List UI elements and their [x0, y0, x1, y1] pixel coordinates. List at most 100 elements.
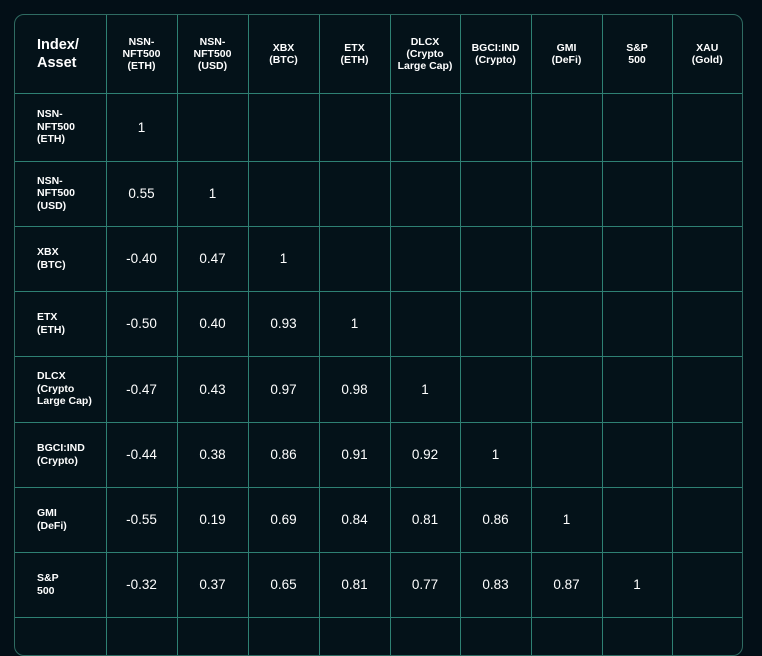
table-body: NSN- NFT500 (ETH) 1 NSN- NFT500 (USD) 0.55 1 XBX(…	[15, 93, 742, 655]
table-head: Index/Asset NSN- NFT500 (ETH) NSN- NFT500 (US…	[15, 15, 742, 94]
correlation-cell	[531, 617, 603, 655]
correlation-cell: 1	[602, 552, 673, 618]
correlation-cell: 0.77	[390, 552, 461, 618]
table-row: DLCX (Crypto Large Cap) -0.47 0.43 0.97 0.98 1	[15, 356, 742, 423]
column-header: NSN- NFT500 (ETH)	[106, 15, 178, 94]
correlation-cell: 1	[390, 356, 461, 423]
column-header: S&P 500	[602, 15, 673, 94]
correlation-cell	[602, 291, 673, 357]
correlation-cell	[672, 422, 742, 488]
correlation-cell	[460, 93, 532, 162]
correlation-cell	[319, 93, 391, 162]
correlation-cell: 1	[531, 487, 603, 553]
corner-header: Index/Asset	[15, 15, 107, 94]
correlation-cell	[390, 93, 461, 162]
correlation-cell: 1	[460, 422, 532, 488]
correlation-cell	[248, 93, 320, 162]
correlation-cell	[319, 226, 391, 292]
correlation-cell	[672, 356, 742, 423]
correlation-cell: 0.37	[177, 552, 249, 618]
table-row: BGCI:IND (Crypto) -0.44 0.38 0.86 0.91 0.92 1	[15, 422, 742, 488]
correlation-cell: -0.44	[106, 422, 178, 488]
row-header: XBX (BTC)	[15, 226, 107, 292]
correlation-cell	[602, 161, 673, 227]
row-header: NSN- NFT500 (ETH)	[15, 93, 107, 162]
correlation-cell	[672, 93, 742, 162]
row-header: S&P 500	[15, 552, 107, 618]
correlation-cell	[177, 93, 249, 162]
table-row: NSN- NFT500 (USD) 0.55 1	[15, 161, 742, 227]
correlation-cell	[390, 226, 461, 292]
correlation-cell	[106, 617, 178, 655]
correlation-cell: 0.98	[319, 356, 391, 423]
correlation-cell: 0.91	[319, 422, 391, 488]
column-header: DLCX (Crypto Large Cap)	[390, 15, 461, 94]
correlation-cell: 0.92	[390, 422, 461, 488]
column-header: BGCI:IND (Crypto)	[460, 15, 532, 94]
correlation-cell: 0.19	[177, 487, 249, 553]
correlation-cell: 0.83	[460, 552, 532, 618]
correlation-cell	[602, 356, 673, 423]
correlation-cell	[248, 161, 320, 227]
correlation-cell	[672, 161, 742, 227]
correlation-cell	[531, 356, 603, 423]
correlation-cell: 0.86	[248, 422, 320, 488]
correlation-cell: 1	[106, 93, 178, 162]
correlation-table: Index/Asset NSN- NFT500 (ETH) NSN- NFT500 (US…	[15, 15, 742, 655]
table-row: ETX (ETH) -0.50 0.40 0.93 1	[15, 291, 742, 357]
correlation-cell: -0.40	[106, 226, 178, 292]
correlation-cell	[319, 617, 391, 655]
column-header: NSN- NFT500 (USD)	[177, 15, 249, 94]
correlation-cell	[602, 617, 673, 655]
correlation-cell	[460, 356, 532, 423]
correlation-cell	[390, 291, 461, 357]
correlation-cell: 1	[177, 161, 249, 227]
correlation-cell	[390, 617, 461, 655]
correlation-cell	[672, 617, 742, 655]
correlation-cell	[602, 487, 673, 553]
column-header: XAU (Gold)	[672, 15, 742, 94]
correlation-table-frame: Index/Asset NSN- NFT500 (ETH) NSN- NFT500 (US…	[14, 14, 743, 656]
correlation-cell	[531, 161, 603, 227]
correlation-cell: 0.47	[177, 226, 249, 292]
correlation-cell: 1	[319, 291, 391, 357]
correlation-cell	[531, 93, 603, 162]
correlation-cell: -0.55	[106, 487, 178, 553]
correlation-cell: 1	[248, 226, 320, 292]
row-header	[15, 617, 107, 655]
correlation-cell: 0.97	[248, 356, 320, 423]
header-row: Index/Asset NSN- NFT500 (ETH) NSN- NFT500 (US…	[15, 15, 742, 94]
correlation-cell	[672, 291, 742, 357]
correlation-cell: 0.81	[319, 552, 391, 618]
correlation-cell	[672, 487, 742, 553]
correlation-cell	[248, 617, 320, 655]
table-row: S&P 500 -0.32 0.37 0.65 0.81 0.77 0.83 0.87 1	[15, 552, 742, 618]
correlation-cell	[319, 161, 391, 227]
correlation-cell	[177, 617, 249, 655]
correlation-cell	[531, 422, 603, 488]
table-row: NSN- NFT500 (ETH) 1	[15, 93, 742, 162]
correlation-cell	[672, 226, 742, 292]
correlation-cell: -0.32	[106, 552, 178, 618]
correlation-cell	[602, 93, 673, 162]
correlation-cell: 0.81	[390, 487, 461, 553]
column-header: XBX (BTC)	[248, 15, 320, 94]
correlation-cell: 0.43	[177, 356, 249, 423]
correlation-cell: 0.69	[248, 487, 320, 553]
correlation-cell	[390, 161, 461, 227]
table-row	[15, 617, 742, 655]
column-header: ETX (ETH)	[319, 15, 391, 94]
column-header: GMI (DeFi)	[531, 15, 603, 94]
correlation-cell	[602, 422, 673, 488]
correlation-cell	[460, 617, 532, 655]
correlation-cell: 0.55	[106, 161, 178, 227]
correlation-cell	[531, 291, 603, 357]
correlation-cell	[531, 226, 603, 292]
correlation-cell	[460, 161, 532, 227]
row-header: ETX (ETH)	[15, 291, 107, 357]
correlation-cell: -0.47	[106, 356, 178, 423]
correlation-cell: 0.93	[248, 291, 320, 357]
table-row: GMI (DeFi) -0.55 0.19 0.69 0.84 0.81 0.86 1	[15, 487, 742, 553]
table-row: XBX (BTC) -0.40 0.47 1	[15, 226, 742, 292]
row-header: BGCI:IND (Crypto)	[15, 422, 107, 488]
